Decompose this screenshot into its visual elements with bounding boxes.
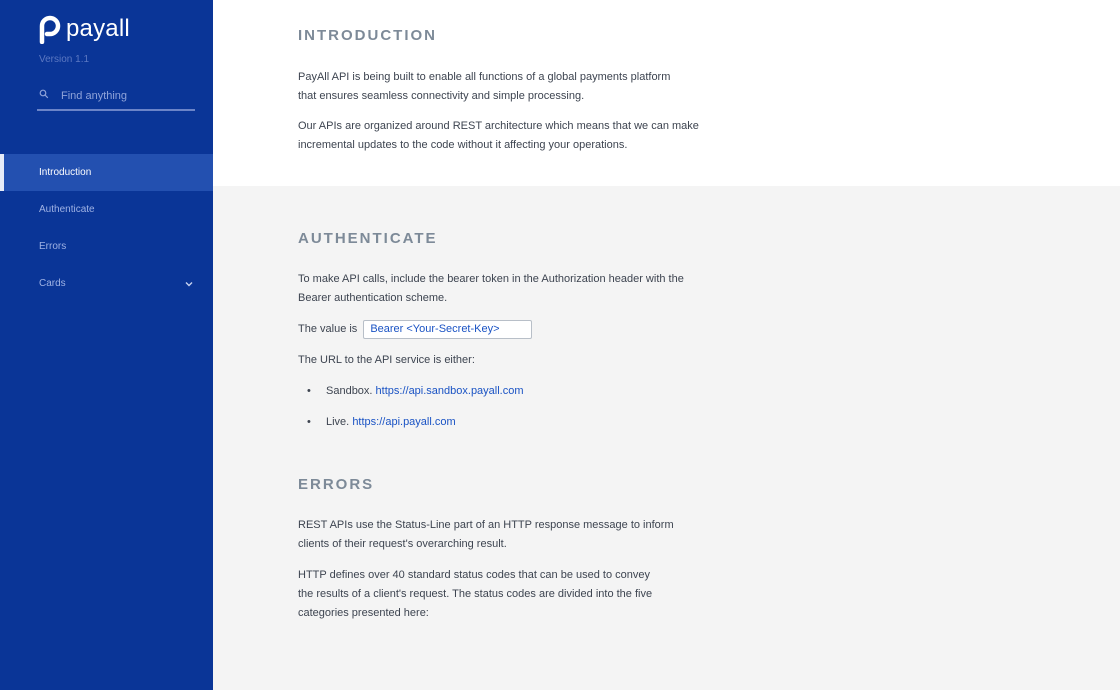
sidebar-item-label: Cards: [39, 278, 66, 289]
url-intro: The URL to the API service is either:: [298, 354, 475, 366]
text-line: HTTP defines over 40 standard status cod…: [298, 569, 651, 581]
logo[interactable]: payall: [38, 14, 130, 44]
bullet: •: [307, 416, 311, 428]
sidebar-item-label: Errors: [39, 241, 67, 252]
version-label: Version 1.1: [39, 54, 90, 65]
list-item-text: Live. https://api.payall.com: [326, 416, 456, 428]
sandbox-label: Sandbox.: [326, 385, 373, 397]
live-url-link[interactable]: https://api.payall.com: [352, 416, 455, 428]
sidebar-item-label: Authenticate: [39, 204, 95, 215]
errors-title: ERRORS: [298, 476, 375, 493]
live-label: Live.: [326, 416, 350, 428]
text-line: that ensures seamless connectivity and s…: [298, 90, 585, 102]
bullet: •: [307, 385, 311, 397]
text-line: the results of a client's request. The s…: [298, 588, 653, 600]
sidebar-nav: Introduction Authenticate Errors Cards: [0, 154, 213, 302]
sidebar-item-errors[interactable]: Errors: [0, 228, 213, 265]
list-item-text: Sandbox. https://api.sandbox.payall.com: [326, 385, 524, 397]
text-line: REST APIs use the Status-Line part of an…: [298, 519, 674, 531]
authenticate-paragraph: To make API calls, include the bearer to…: [298, 270, 684, 308]
sidebar: payall Version 1.1 Introduction Authenti…: [0, 0, 213, 690]
errors-paragraph-1: REST APIs use the Status-Line part of an…: [298, 516, 674, 554]
text-line: categories presented here:: [298, 607, 429, 619]
introduction-paragraph-1: PayAll API is being built to enable all …: [298, 68, 670, 106]
introduction-paragraph-2: Our APIs are organized around REST archi…: [298, 117, 699, 155]
sidebar-item-cards[interactable]: Cards: [0, 265, 213, 302]
text-line: Bearer authentication scheme.: [298, 292, 448, 304]
sidebar-item-label: Introduction: [39, 167, 92, 178]
search-box: [37, 86, 195, 111]
text-line: To make API calls, include the bearer to…: [298, 273, 684, 285]
sidebar-item-authenticate[interactable]: Authenticate: [0, 191, 213, 228]
search-input[interactable]: [61, 86, 191, 106]
errors-paragraph-2: HTTP defines over 40 standard status cod…: [298, 566, 652, 623]
text-line: clients of their request's overarching r…: [298, 538, 507, 550]
search-icon: [39, 89, 49, 99]
text-line: PayAll API is being built to enable all …: [298, 71, 671, 83]
payall-logo-icon: [39, 15, 61, 44]
value-row: The value is Bearer <Your-Secret-Key>: [298, 320, 533, 339]
logo-text: payall: [66, 15, 130, 42]
text-line: incremental updates to the code without …: [298, 139, 628, 151]
authenticate-title: AUTHENTICATE: [298, 230, 438, 247]
chevron-down-icon[interactable]: [185, 280, 193, 288]
text-line: Our APIs are organized around REST archi…: [298, 120, 699, 132]
introduction-title: INTRODUCTION: [298, 27, 437, 44]
bearer-value-code[interactable]: Bearer <Your-Secret-Key>: [363, 320, 533, 339]
value-label: The value is: [298, 323, 358, 335]
sidebar-item-introduction[interactable]: Introduction: [0, 154, 213, 191]
sandbox-url-link[interactable]: https://api.sandbox.payall.com: [376, 385, 524, 397]
